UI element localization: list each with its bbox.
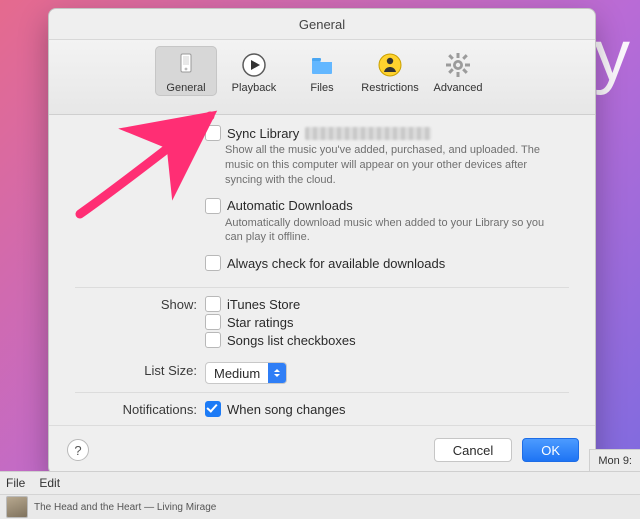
album-art-icon <box>6 496 28 518</box>
tab-label: Advanced <box>434 82 483 94</box>
tab-label: General <box>166 82 205 94</box>
when-song-changes-label: When song changes <box>227 402 346 417</box>
when-song-changes-checkbox[interactable] <box>205 401 221 417</box>
chevron-updown-icon <box>268 363 286 383</box>
star-ratings-label: Star ratings <box>227 315 293 330</box>
automatic-downloads-label: Automatic Downloads <box>227 198 353 213</box>
show-label: Show: <box>75 296 205 312</box>
list-size-select[interactable]: Medium <box>205 362 287 384</box>
always-check-downloads-label: Always check for available downloads <box>227 256 445 271</box>
menu-edit[interactable]: Edit <box>39 476 60 490</box>
menu-clock: Mon 9: <box>589 449 640 473</box>
star-ratings-checkbox[interactable] <box>205 314 221 330</box>
tab-advanced[interactable]: Advanced <box>427 46 489 96</box>
preferences-toolbar: General Playback Files Restrictions <box>49 40 595 115</box>
songs-list-checkbox[interactable] <box>205 332 221 348</box>
cancel-button[interactable]: Cancel <box>434 438 512 462</box>
menu-file[interactable]: File <box>6 476 25 490</box>
restrictions-icon <box>375 50 405 80</box>
list-size-value: Medium <box>206 366 268 381</box>
notifications-label: Notifications: <box>75 401 205 417</box>
automatic-downloads-desc: Automatically download music when added … <box>225 216 545 246</box>
itunes-store-checkbox[interactable] <box>205 296 221 312</box>
divider <box>75 287 569 288</box>
help-button[interactable]: ? <box>67 439 89 461</box>
sync-library-checkbox[interactable] <box>205 125 221 141</box>
now-playing-text: The Head and the Heart — Living Mirage <box>34 502 216 513</box>
background-glyph: y <box>594 20 638 92</box>
songs-list-label: Songs list checkboxes <box>227 333 356 348</box>
now-playing-strip: The Head and the Heart — Living Mirage <box>0 494 640 519</box>
advanced-icon <box>443 50 473 80</box>
preferences-window: General General Playback Files <box>48 8 596 475</box>
list-size-label: List Size: <box>75 362 205 378</box>
always-check-downloads-checkbox[interactable] <box>205 255 221 271</box>
dialog-footer: ? Cancel OK <box>49 425 595 474</box>
itunes-store-label: iTunes Store <box>227 297 300 312</box>
menu-bar: File Edit <box>0 471 640 495</box>
preferences-body: Library: Sync Library Show all the music… <box>49 115 595 419</box>
window-title: General <box>49 9 595 40</box>
files-icon <box>307 50 337 80</box>
sync-library-label: Sync Library <box>227 126 299 141</box>
tab-label: Restrictions <box>361 82 418 94</box>
tab-general[interactable]: General <box>155 46 217 96</box>
tab-label: Playback <box>232 82 277 94</box>
ok-button[interactable]: OK <box>522 438 579 462</box>
tab-label: Files <box>310 82 333 94</box>
sync-library-account-blurred <box>305 127 431 140</box>
general-icon <box>171 50 201 80</box>
playback-icon <box>239 50 269 80</box>
divider <box>75 392 569 393</box>
tab-playback[interactable]: Playback <box>223 46 285 96</box>
tab-files[interactable]: Files <box>291 46 353 96</box>
sync-library-desc: Show all the music you've added, purchas… <box>225 143 545 188</box>
tab-restrictions[interactable]: Restrictions <box>359 46 421 96</box>
library-label: Library: <box>75 125 205 141</box>
automatic-downloads-checkbox[interactable] <box>205 198 221 214</box>
